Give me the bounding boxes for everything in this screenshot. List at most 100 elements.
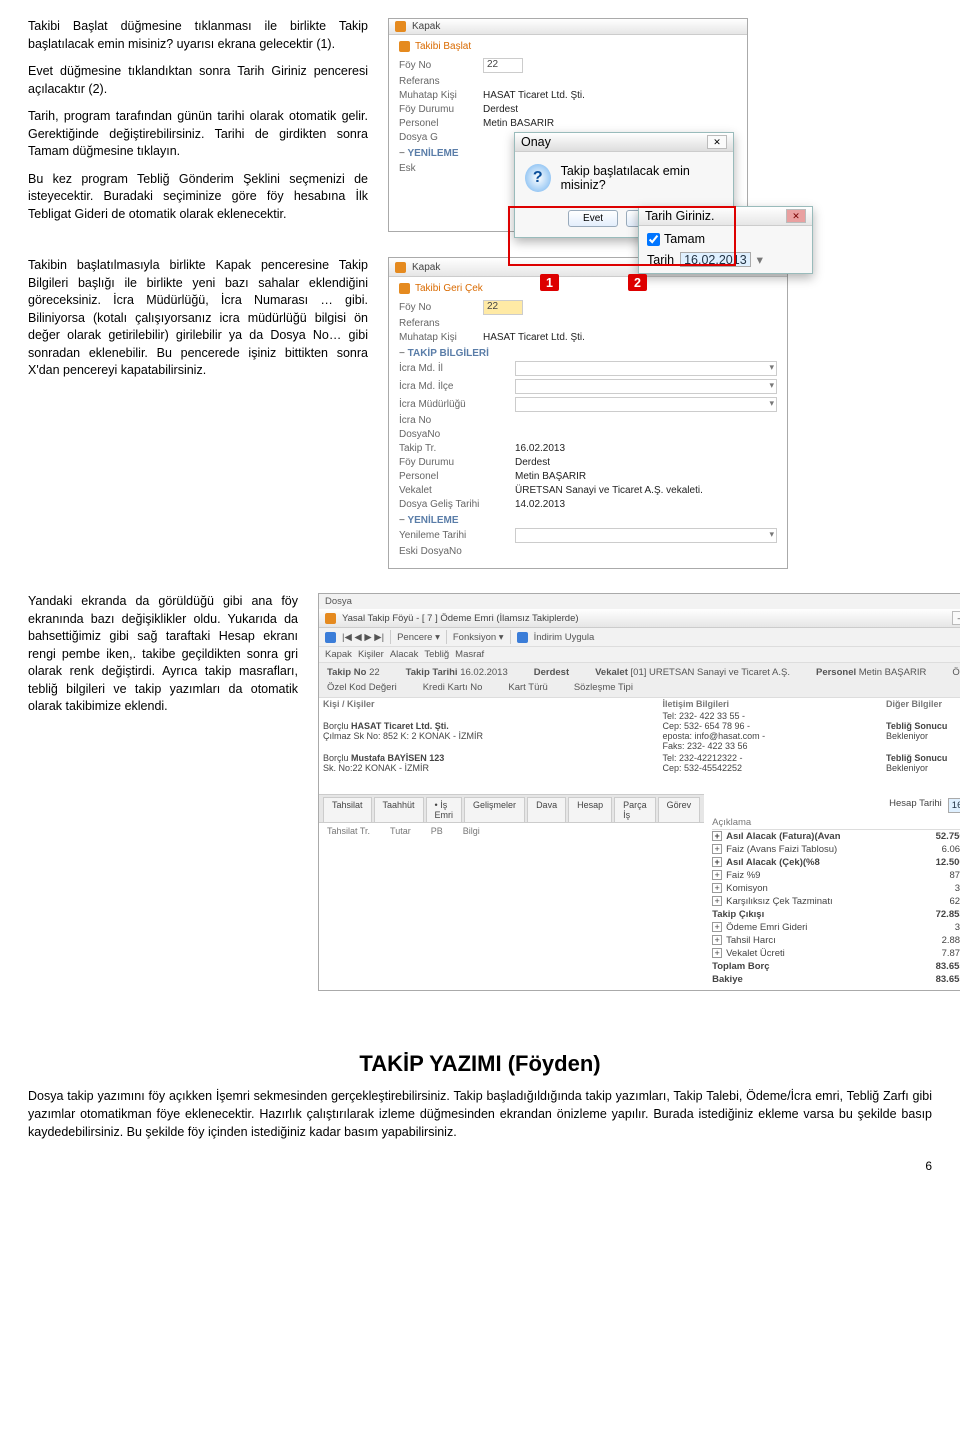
foyno-field[interactable]: 22 xyxy=(483,58,523,73)
label: Muhatap Kişi xyxy=(399,90,477,101)
label: DosyaNo xyxy=(399,429,509,440)
label: Yenileme Tarihi xyxy=(399,530,509,541)
label: Dosya G xyxy=(399,132,477,143)
ledger-row: +Faiz %9879,66 TL xyxy=(712,869,960,882)
p: Takibin başlatılmasıyla birlikte Kapak p… xyxy=(28,257,368,380)
label: Föy No xyxy=(399,302,477,313)
value: Derdest xyxy=(515,457,550,468)
ledger-row: +Tahsil Harcı2.884,99 TL xyxy=(712,934,960,947)
indirim-uygula[interactable]: İndirim Uygula xyxy=(534,632,595,643)
ledger-row: +Asıl Alacak (Fatura)(Avan52.750,00 TL xyxy=(712,830,960,843)
window-title: Yasal Takip Föyü - [ 7 ] Ödeme Emri (İla… xyxy=(342,613,579,624)
tab[interactable]: Gelişmeler xyxy=(464,797,525,822)
value: Metin BASARIR xyxy=(483,118,554,129)
marker-1: 1 xyxy=(540,274,559,291)
sun-icon xyxy=(399,283,410,294)
titlebar: Kapak xyxy=(389,19,747,35)
tab[interactable]: Taahhüt xyxy=(374,797,424,822)
yenileme-section[interactable]: YENİLEME xyxy=(399,515,777,526)
tb-teblig[interactable]: Tebliğ xyxy=(424,649,449,660)
date-field[interactable]: 16.02.2013 xyxy=(948,798,960,813)
lower-tabs: Tahsilat Taahhüt • İş Emri Gelişmeler Da… xyxy=(319,794,704,823)
tab[interactable]: • İş Emri xyxy=(426,797,463,822)
window-icon xyxy=(395,262,406,273)
tab[interactable]: Tahsilat xyxy=(323,797,372,822)
label: Hesap Tarihi xyxy=(889,798,942,813)
label: İcra Müdürlüğü xyxy=(399,399,509,410)
down-icon[interactable] xyxy=(517,632,528,643)
marker-2: 2 xyxy=(628,274,647,291)
combo[interactable] xyxy=(515,379,777,394)
foy-window: Dosya Yasal Takip Föyü - [ 7 ] Ödeme Emr… xyxy=(318,593,960,991)
ledger-row: Takip Çıkışı72.853,35 TL xyxy=(712,908,960,921)
close-icon[interactable]: ✕ xyxy=(786,209,806,223)
ledger-row: Toplam Borç83.655,08 TL xyxy=(712,960,960,973)
combo[interactable] xyxy=(515,528,777,543)
label: Personel xyxy=(399,471,509,482)
table-row: Borçlu HASAT Ticaret Ltd. Şti.Çılmaz Sk … xyxy=(319,710,960,752)
toolbar: |◀ ◀ ▶ ▶| Pencere ▾ Fonksiyon ▾ İndirim … xyxy=(319,628,960,647)
ledger-row: +Vekalet Ücreti7.878,27 TL xyxy=(712,947,960,960)
kisiler-grid: Kişi / Kişilerİletişim BilgileriDiğer Bi… xyxy=(319,698,960,774)
label: Eski DosyaNo xyxy=(399,546,509,557)
window-title: Kapak xyxy=(412,262,440,273)
tab[interactable]: Parça İş xyxy=(614,797,656,822)
dropdown-icon[interactable]: ▾ xyxy=(757,252,763,267)
ledger-row: Bakiye83.655,08 TL xyxy=(712,973,960,986)
tb-kapak[interactable]: Kapak xyxy=(325,649,352,660)
foyno-field[interactable]: 22 xyxy=(483,300,523,315)
takip-bilgileri-section[interactable]: TAKİP BİLGİLERİ xyxy=(399,348,777,359)
heading-takip-yazimi: TAKİP YAZIMI (Föyden) xyxy=(28,1051,932,1077)
label: İcra Md. İl xyxy=(399,363,509,374)
label: Muhatap Kişi xyxy=(399,332,477,343)
p: Tarih, program tarafından günün tarihi o… xyxy=(28,108,368,161)
value: HASAT Ticaret Ltd. Şti. xyxy=(483,90,585,101)
label: Personel xyxy=(399,118,477,129)
final-paragraph: Dosya takip yazımını föy açıkken İşemri … xyxy=(28,1087,932,1141)
takibi-geri-cek-link[interactable]: Takibi Geri Çek xyxy=(399,283,777,294)
tab[interactable]: Dava xyxy=(527,797,566,822)
ledger-row: +Komisyon37,50 TL xyxy=(712,882,960,895)
question-icon: ? xyxy=(525,164,551,192)
window-icon xyxy=(325,613,336,624)
table-row: Borçlu Mustafa BAYİSEN 123Sk. No:22 KONA… xyxy=(319,752,960,774)
tab[interactable]: Görev xyxy=(658,797,701,822)
value: ÜRETSAN Sanayi ve Ticaret A.Ş. vekaleti. xyxy=(515,485,703,496)
section-3-text: Yandaki ekranda da görüldüğü gibi ana fö… xyxy=(28,593,298,991)
sun-icon xyxy=(399,41,410,52)
hesap-ledger: Hesap Tarihi 16.02.2013 ▾ Açıklama Tutar… xyxy=(704,794,960,990)
label: Referans xyxy=(399,318,477,329)
ledger-row: +Asıl Alacak (Çek)(%812.500,00 TL xyxy=(712,856,960,869)
tab[interactable]: Hesap xyxy=(568,797,612,822)
nav-icon[interactable] xyxy=(325,632,336,643)
label: İcra No xyxy=(399,415,509,426)
combo[interactable] xyxy=(515,361,777,376)
p: Evet düğmesine tıklandıktan sonra Tarih … xyxy=(28,63,368,98)
label: Vekalet xyxy=(399,485,509,496)
fonksiyon-menu[interactable]: Fonksiyon ▾ xyxy=(453,632,504,643)
combo[interactable] xyxy=(515,397,777,412)
dialog-title: Onay xyxy=(521,135,551,149)
screenshot-3: Dosya Yasal Takip Föyü - [ 7 ] Ödeme Emr… xyxy=(318,593,960,991)
value: HASAT Ticaret Ltd. Şti. xyxy=(483,332,585,343)
close-icon[interactable]: ✕ xyxy=(707,135,727,149)
tb-alacak[interactable]: Alacak xyxy=(390,649,419,660)
label: Referans xyxy=(399,76,477,87)
p: Bu kez program Tebliğ Gönderim Şeklini s… xyxy=(28,171,368,224)
takibi-baslat-link[interactable]: Takibi Başlat xyxy=(399,41,737,52)
ledger-row: +Faiz (Avans Faizi Tablosu)6.061,19 TL xyxy=(712,843,960,856)
window-title: Kapak xyxy=(412,21,440,32)
tb-kisiler[interactable]: Kişiler xyxy=(358,649,384,660)
tb-masraf[interactable]: Masraf xyxy=(455,649,484,660)
pencere-menu[interactable]: Pencere ▾ xyxy=(397,632,440,643)
menu-dosya[interactable]: Dosya xyxy=(319,594,960,609)
screenshot-1: Kapak Takibi Başlat Föy No 22 Referans M… xyxy=(388,18,932,233)
minimize-icon[interactable]: — xyxy=(952,611,960,625)
p: Yandaki ekranda da görüldüğü gibi ana fö… xyxy=(28,593,298,716)
kapak-window-2: Kapak — ▭ ✕ Takibi Geri Çek Föy No 22 Re… xyxy=(388,257,788,569)
ledger-row: +Karşılıksız Çek Tazminatı625,00 TL xyxy=(712,895,960,908)
page-number: 6 xyxy=(28,1159,932,1173)
value: 16.02.2013 xyxy=(515,443,565,454)
label: Esk xyxy=(399,163,477,174)
p: Takibi Başlat düğmesine tıklanması ile b… xyxy=(28,18,368,53)
